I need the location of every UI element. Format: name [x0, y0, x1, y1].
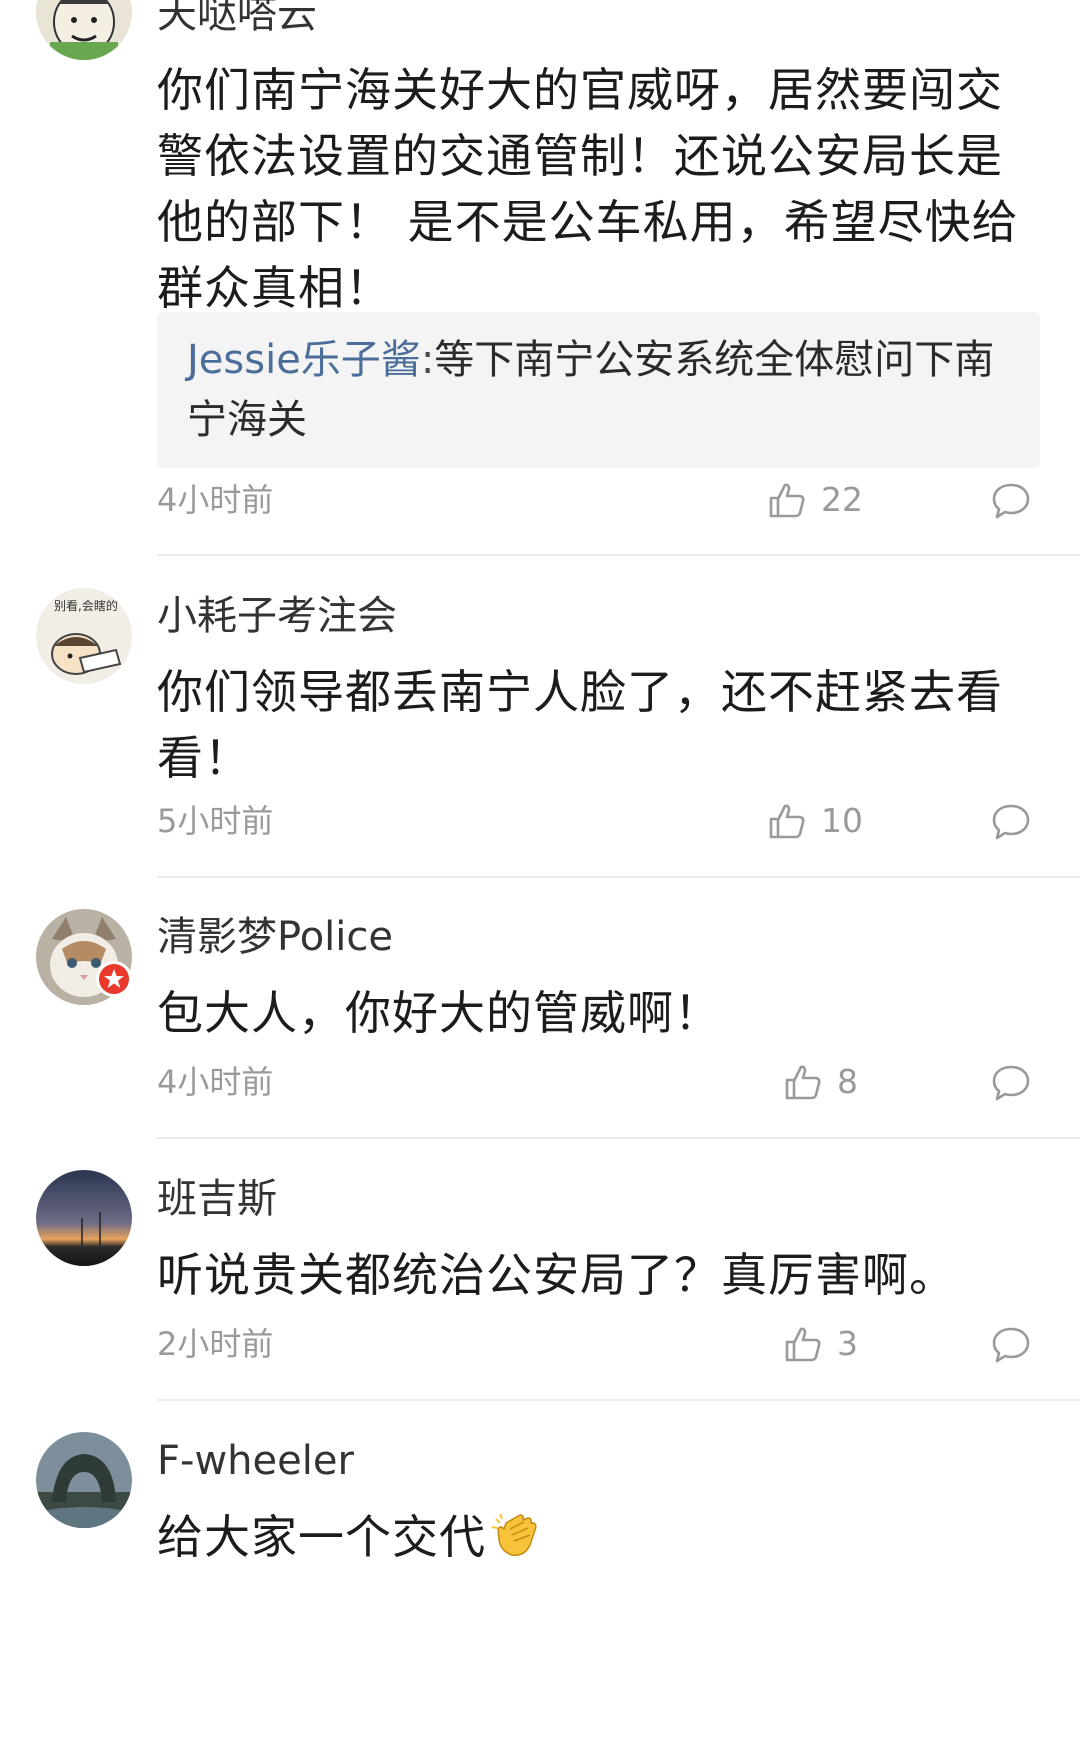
star-badge-icon	[104, 969, 124, 988]
comment-text: 你们领导都丢南宁人脸了，还不赶紧去看看！	[157, 665, 1003, 785]
thumbs-up-icon	[769, 483, 805, 518]
avatar[interactable]	[36, 0, 132, 60]
timestamp: 2小时前	[157, 1325, 274, 1363]
like-count: 3	[837, 1324, 858, 1363]
like-button[interactable]: 3	[783, 1322, 858, 1366]
timestamp: 4小时前	[157, 1063, 274, 1101]
like-button[interactable]: 22	[767, 478, 863, 522]
like-count: 10	[821, 801, 863, 840]
reply-button[interactable]	[990, 801, 1032, 843]
username[interactable]: 天哒嗒云	[157, 0, 317, 38]
comment-text: 包大人，你好大的管威啊！	[157, 986, 721, 1040]
username[interactable]: 班吉斯	[157, 1175, 277, 1223]
timestamp: 5小时前	[157, 802, 274, 840]
comment-bubble-icon	[992, 1327, 1030, 1363]
divider	[157, 1399, 1080, 1401]
thumbs-up-icon	[785, 1327, 821, 1362]
avatar-caption: 别看,会瞎的	[54, 598, 118, 613]
comment-bubble-icon	[992, 483, 1030, 519]
clapping-hands-emoji	[490, 1509, 542, 1561]
thumbs-up-icon	[785, 1065, 821, 1100]
reply-author[interactable]: Jessie乐子酱	[187, 337, 421, 383]
divider	[157, 1137, 1080, 1139]
avatar[interactable]	[36, 1170, 132, 1266]
username[interactable]: 清影梦Police	[157, 913, 393, 961]
username[interactable]: 小耗子考注会	[157, 592, 397, 640]
comment-bubble-icon	[992, 1065, 1030, 1101]
divider	[157, 554, 1080, 556]
reply-button[interactable]	[990, 1062, 1032, 1104]
comment-text-body: 给大家一个交代	[157, 1510, 486, 1564]
reply-separator: :	[420, 337, 435, 383]
like-count: 8	[837, 1062, 858, 1101]
reply-button[interactable]	[990, 480, 1032, 522]
verified-badge	[96, 961, 132, 997]
like-count: 22	[821, 480, 863, 519]
like-button[interactable]: 10	[767, 799, 863, 843]
avatar[interactable]: 别看,会瞎的	[36, 588, 132, 684]
like-button[interactable]: 8	[783, 1060, 858, 1104]
comment-text: 你们南宁海关好大的官威呀，居然要闯交警依法设置的交通管制！还说公安局长是他的部下…	[157, 63, 1019, 315]
comment-text: 给大家一个交代	[157, 1504, 1037, 1570]
username[interactable]: F-wheeler	[157, 1437, 354, 1485]
timestamp: 4小时前	[157, 481, 274, 519]
comment-bubble-icon	[992, 804, 1030, 840]
avatar[interactable]	[36, 1432, 132, 1528]
reply-button[interactable]	[990, 1324, 1032, 1366]
comment-text: 听说贵关都统治公安局了？真厉害啊。	[157, 1248, 956, 1302]
divider	[157, 876, 1080, 878]
thumbs-up-icon	[769, 804, 805, 839]
reply-preview[interactable]: Jessie乐子酱:等下南宁公安系统全体慰问下南宁海关	[157, 312, 1040, 468]
